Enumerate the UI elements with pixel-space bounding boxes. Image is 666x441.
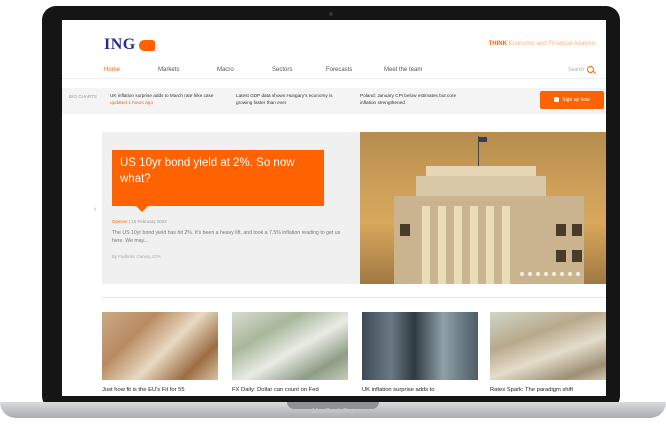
hero-category[interactable]: Opinion bbox=[112, 219, 128, 224]
building-window bbox=[572, 224, 582, 236]
hero-carousel[interactable]: US 10yr bond yield at 2%. So now what? O… bbox=[102, 132, 606, 284]
ticker-item-text: Latest GDP data shows Hungary's economy … bbox=[236, 93, 333, 105]
tagline-text: Economic and Financial Analysis bbox=[508, 41, 596, 47]
building-column bbox=[486, 206, 494, 284]
ticker-item[interactable]: Latest GDP data shows Hungary's economy … bbox=[236, 92, 344, 106]
building-window bbox=[556, 250, 566, 262]
card-title: Rates Spark: The paradigm shift bbox=[490, 387, 574, 393]
nav-home[interactable]: Home bbox=[104, 67, 120, 73]
building-column bbox=[454, 206, 462, 284]
hero-date: 16 February 2022 bbox=[131, 219, 167, 224]
ing-logo[interactable]: ING bbox=[104, 36, 155, 54]
dollar-bills-image bbox=[232, 312, 348, 380]
article-card[interactable]: FX Daily: Dollar can count on Fed bbox=[232, 312, 348, 393]
carousel-dot[interactable] bbox=[536, 272, 540, 276]
hero-excerpt: The US 10yr bond yield has hit 2%. It's … bbox=[112, 230, 341, 244]
nav-macro[interactable]: Macro bbox=[217, 67, 234, 73]
section-divider bbox=[102, 297, 606, 298]
building-column bbox=[438, 206, 446, 284]
building-column bbox=[470, 206, 478, 284]
browser-screen: ING THINK Economic and Financial Analysi… bbox=[62, 20, 606, 396]
sign-up-button[interactable]: Sign up now bbox=[540, 91, 604, 109]
lion-icon bbox=[138, 39, 155, 51]
ticker-updated: updated 1 hours ago bbox=[110, 100, 154, 105]
building-pediment bbox=[416, 176, 546, 196]
device-label: MacBook Pro bbox=[311, 408, 355, 415]
laptop-frame: ING THINK Economic and Financial Analysi… bbox=[0, 0, 666, 441]
card-title: FX Daily: Dollar can count on Fed bbox=[232, 387, 319, 393]
federal-reserve-building-image[interactable] bbox=[360, 132, 606, 284]
building-window bbox=[572, 250, 582, 262]
carousel-dot[interactable] bbox=[560, 272, 564, 276]
main-nav: Home Markets Macro Sectors Forecasts Mee… bbox=[62, 64, 606, 79]
card-title: UK inflation surprise adds to bbox=[362, 387, 435, 393]
carousel-dot[interactable] bbox=[520, 272, 524, 276]
ticker-item[interactable]: UK inflation surprise adds to March rate… bbox=[110, 92, 218, 106]
hero-meta: Opinion | 16 February 2022 bbox=[112, 219, 167, 224]
carousel-dot[interactable] bbox=[576, 272, 580, 276]
ticker-item[interactable]: Poland: January CPI below estimates but … bbox=[360, 92, 468, 106]
building-window bbox=[400, 224, 410, 236]
flag bbox=[479, 137, 487, 142]
thumbs-up-icon bbox=[554, 97, 560, 102]
carousel-prev-icon[interactable]: ‹ bbox=[94, 206, 96, 213]
nav-sectors[interactable]: Sectors bbox=[272, 67, 292, 73]
search-icon[interactable] bbox=[587, 66, 594, 73]
carousel-dot[interactable] bbox=[568, 272, 572, 276]
carousel-dot[interactable] bbox=[544, 272, 548, 276]
hero-text-panel: US 10yr bond yield at 2%. So now what? O… bbox=[102, 132, 360, 284]
building-column bbox=[422, 206, 430, 284]
nav-forecasts[interactable]: Forecasts bbox=[326, 67, 352, 73]
think-label: THINK bbox=[488, 41, 507, 47]
carousel-dots[interactable] bbox=[520, 272, 580, 276]
sign-up-label: Sign up now bbox=[562, 97, 590, 103]
yen-banknotes-image bbox=[490, 312, 606, 380]
hero-byline: By Padhraic Garvey, CFA bbox=[112, 254, 161, 259]
carousel-dot[interactable] bbox=[552, 272, 556, 276]
think-tagline: THINK Economic and Financial Analysis bbox=[489, 41, 596, 47]
protest-signs-image bbox=[102, 312, 218, 380]
article-card[interactable]: Just how fit is the EU's Fit for 55 bbox=[102, 312, 218, 393]
article-card[interactable]: Rates Spark: The paradigm shift bbox=[490, 312, 606, 393]
ticker-item-text: Poland: January CPI below estimates but … bbox=[360, 93, 457, 105]
webcam bbox=[329, 12, 333, 16]
carousel-dot[interactable] bbox=[528, 272, 532, 276]
nav-meet-the-team[interactable]: Meet the team bbox=[384, 67, 422, 73]
logo-text: ING bbox=[104, 36, 136, 53]
supermarket-aisle-image bbox=[362, 312, 478, 380]
hero-title[interactable]: US 10yr bond yield at 2%. So now what? bbox=[112, 150, 324, 212]
building-window bbox=[556, 224, 566, 236]
nav-markets[interactable]: Markets bbox=[158, 67, 179, 73]
big-charts-label[interactable]: BIG CHARTS bbox=[68, 93, 98, 100]
news-ticker: BIG CHARTS UK inflation surprise adds to… bbox=[62, 88, 606, 114]
card-title: Just how fit is the EU's Fit for 55 bbox=[102, 387, 185, 393]
ticker-item-text: UK inflation surprise adds to March rate… bbox=[110, 93, 214, 98]
article-card[interactable]: UK inflation surprise adds to bbox=[362, 312, 478, 393]
search-label[interactable]: Search bbox=[568, 67, 584, 73]
building-column bbox=[502, 206, 510, 284]
